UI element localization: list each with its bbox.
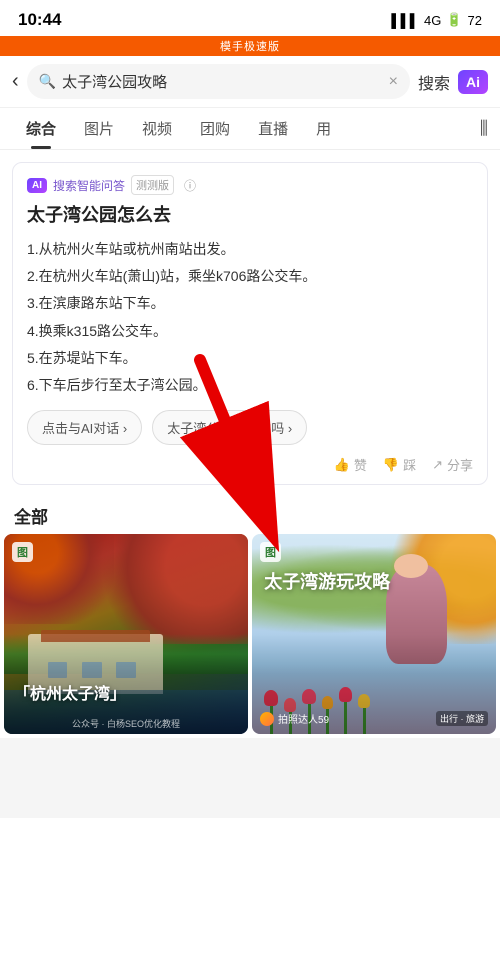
status-icons: ▌▌▌ 4G 🔋 72 <box>391 12 482 28</box>
battery-level: 72 <box>468 13 482 28</box>
ai-chat-button[interactable]: 点击与AI对话 › <box>27 410 142 445</box>
ai-card-info-icon[interactable]: ⓘ <box>184 177 196 194</box>
status-bar: 10:44 ▌▌▌ 4G 🔋 72 <box>0 0 500 36</box>
back-button[interactable]: ‹ <box>12 70 19 93</box>
section-header: 全部 <box>0 493 500 534</box>
card2-type-icon: 图 <box>260 542 281 562</box>
step-2: 2.在杭州火车站(萧山)站，乘坐k706路公交车。 <box>27 264 473 289</box>
tab-groupbuy[interactable]: 团购 <box>186 108 244 149</box>
card2-title: 太子湾游玩攻略 <box>264 570 390 594</box>
tab-comprehensive[interactable]: 综合 <box>12 108 70 149</box>
ai-badge[interactable]: Ai <box>458 70 488 94</box>
image-grid: 图 「杭州太子湾」 公众号 · 白杨SEO优化教程 <box>0 534 500 738</box>
dislike-button[interactable]: 👎 踩 <box>383 455 416 474</box>
search-input-wrap[interactable]: 🔍 太子湾公园攻略 × <box>27 64 410 99</box>
thumbs-down-icon: 👎 <box>383 457 399 473</box>
status-time: 10:44 <box>18 10 61 30</box>
card2-meta: 拍照达人59 出行 · 旅游 <box>260 711 488 726</box>
search-bar: ‹ 🔍 太子湾公园攻略 × 搜索 Ai <box>0 56 500 108</box>
watermark-bar: 模手极速版 <box>0 36 500 56</box>
bottom-spacer <box>0 738 500 818</box>
thumbs-up-icon: 👍 <box>334 457 350 473</box>
battery-icon: 🔋 <box>446 12 462 28</box>
step-4: 4.换乘k315路公交车。 <box>27 319 473 344</box>
card1-title: 「杭州太子湾」 <box>14 685 238 706</box>
tabs-bar: 综合 图片 视频 团购 直播 用 ⫼ <box>0 108 500 150</box>
ai-card-header: AI 搜索智能问答 测测版 ⓘ <box>27 175 473 195</box>
ai-logo: AI <box>27 178 47 193</box>
feedback-row: 👍 赞 👎 踩 ↗ 分享 <box>27 455 473 474</box>
card1-type-icon: 图 <box>12 542 33 562</box>
card2-author: 拍照达人59 <box>278 711 329 726</box>
ai-card-beta: 测测版 <box>131 175 174 195</box>
card2-tag: 出行 · 旅游 <box>436 711 488 726</box>
search-query-text: 太子湾公园攻略 <box>62 71 383 92</box>
search-button[interactable]: 搜索 <box>418 70 450 94</box>
card1-watermark: 公众号 · 白杨SEO优化教程 <box>72 717 180 730</box>
image-card-1[interactable]: 图 「杭州太子湾」 公众号 · 白杨SEO优化教程 <box>4 534 248 734</box>
image-card-2[interactable]: 图 太子湾游玩攻略 拍照达人59 出行 · 旅游 <box>252 534 496 734</box>
watermark-text: 模手极速版 <box>220 41 280 53</box>
ai-card-content: 1.从杭州火车站或杭州南站出发。 2.在杭州火车站(萧山)站，乘坐k706路公交… <box>27 237 473 398</box>
search-icon: 🔍 <box>39 73 56 90</box>
network-type: 4G <box>424 13 441 28</box>
ai-answer-card: AI 搜索智能问答 测测版 ⓘ 太子湾公园怎么去 1.从杭州火车站或杭州南站出发… <box>12 162 488 485</box>
tab-live[interactable]: 直播 <box>244 108 302 149</box>
ai-reservation-button[interactable]: 太子湾公园要预约吗 › <box>152 410 307 445</box>
tab-videos[interactable]: 视频 <box>128 108 186 149</box>
share-icon: ↗ <box>432 457 443 473</box>
tab-images[interactable]: 图片 <box>70 108 128 149</box>
step-6: 6.下车后步行至太子湾公园。 <box>27 373 473 398</box>
like-button[interactable]: 👍 赞 <box>334 455 367 474</box>
signal-icon: ▌▌▌ <box>391 13 419 28</box>
tab-more[interactable]: 用 <box>302 108 345 149</box>
share-button[interactable]: ↗ 分享 <box>432 455 473 474</box>
clear-search-button[interactable]: × <box>389 73 398 91</box>
step-5: 5.在苏堤站下车。 <box>27 346 473 371</box>
ai-action-buttons: 点击与AI对话 › 太子湾公园要预约吗 › <box>27 410 473 445</box>
step-1: 1.从杭州火车站或杭州南站出发。 <box>27 237 473 262</box>
filter-icon[interactable]: ⫼ <box>480 118 488 139</box>
ai-card-label: 搜索智能问答 <box>53 177 125 194</box>
ai-card-title: 太子湾公园怎么去 <box>27 201 473 227</box>
step-3: 3.在滨康路东站下车。 <box>27 291 473 316</box>
card2-avatar <box>260 712 274 726</box>
